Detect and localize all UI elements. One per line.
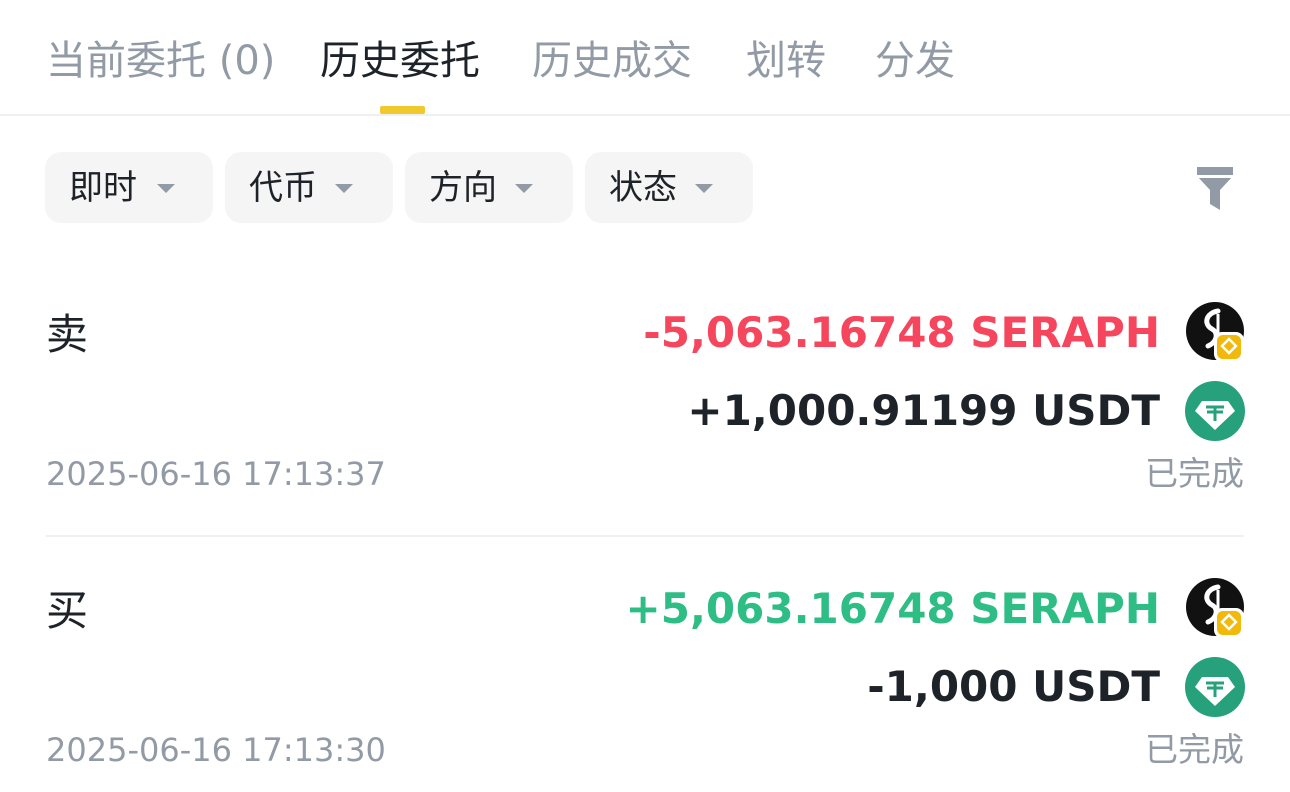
filter-coin-label: 代币	[249, 168, 317, 208]
tab-trade-history[interactable]: 历史成交	[532, 36, 692, 86]
base-amount: +5,063.16748 SERAPH	[625, 584, 1160, 633]
caret-down-icon	[695, 184, 713, 193]
order-history-page: 当前委托 (0) 历史委托 历史成交 划转 分发 即时 代币 方向 状态 卖 -…	[0, 0, 1290, 792]
tab-transfers[interactable]: 划转	[746, 36, 826, 86]
caret-down-icon	[335, 184, 353, 193]
usdt-coin-icon	[1185, 657, 1245, 717]
active-tab-indicator	[380, 106, 425, 114]
filter-type-dropdown[interactable]: 即时	[45, 152, 213, 223]
base-amount: -5,063.16748 SERAPH	[643, 308, 1160, 357]
quote-amount: -1,000 USDT	[867, 662, 1160, 711]
filter-type-label: 即时	[69, 168, 137, 208]
caret-down-icon	[515, 184, 533, 193]
order-status: 已完成	[1145, 730, 1244, 769]
tab-order-history[interactable]: 历史委托	[320, 36, 480, 86]
seraph-coin-icon	[1186, 578, 1244, 638]
bnb-chain-badge-icon	[1214, 608, 1244, 638]
tab-distribution[interactable]: 分发	[875, 36, 955, 86]
tab-bar: 当前委托 (0) 历史委托 历史成交 划转 分发	[0, 0, 1290, 116]
caret-down-icon	[157, 184, 175, 193]
order-status: 已完成	[1145, 454, 1244, 493]
bnb-chain-badge-icon	[1214, 332, 1244, 362]
seraph-coin-icon	[1186, 302, 1244, 362]
funnel-icon[interactable]	[1196, 166, 1234, 212]
order-side: 卖	[46, 310, 89, 359]
quote-amount: +1,000.91199 USDT	[687, 386, 1160, 435]
usdt-coin-icon	[1185, 381, 1245, 441]
order-time: 2025-06-16 17:13:37	[46, 455, 386, 493]
row-divider	[46, 535, 1244, 537]
filter-direction-dropdown[interactable]: 方向	[405, 152, 573, 223]
filter-status-dropdown[interactable]: 状态	[585, 152, 753, 223]
filter-coin-dropdown[interactable]: 代币	[225, 152, 393, 223]
order-time: 2025-06-16 17:13:30	[46, 731, 386, 769]
tab-open-orders[interactable]: 当前委托 (0)	[46, 36, 275, 86]
filter-direction-label: 方向	[429, 168, 497, 208]
filter-status-label: 状态	[609, 168, 677, 208]
order-side: 买	[46, 586, 89, 635]
